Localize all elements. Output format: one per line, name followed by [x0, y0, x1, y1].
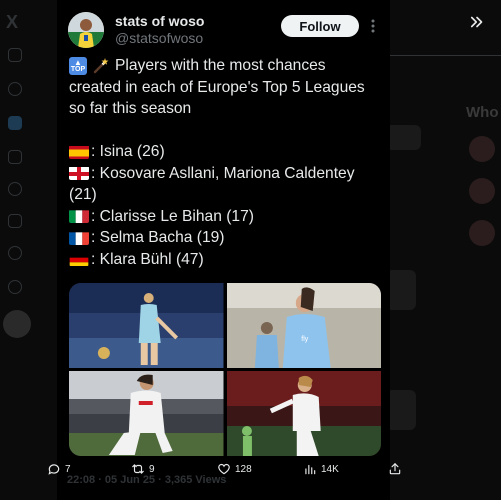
x-logo-icon: X	[6, 12, 19, 32]
top-arrow-emoji-icon: ▲ TOP	[69, 56, 87, 75]
svg-text:fly: fly	[301, 336, 308, 343]
explore-icon	[8, 82, 22, 96]
author-display-name[interactable]: stats of woso	[115, 13, 204, 29]
who-to-follow-heading: Who	[466, 104, 499, 121]
tweet-media-grid: fly	[69, 283, 381, 456]
share-icon	[389, 463, 401, 475]
tweet-text-line: created in each of Europe's Top 5 League…	[69, 78, 365, 96]
italy-flag-icon	[69, 209, 89, 224]
messages-icon	[8, 150, 22, 164]
repost-count: 9	[149, 463, 155, 475]
author-avatar[interactable]	[68, 12, 104, 48]
share-button[interactable]	[388, 462, 406, 476]
notifications-icon	[8, 116, 22, 130]
like-button[interactable]: 128	[217, 462, 252, 476]
tweet-photo-3[interactable]	[69, 371, 224, 456]
follow-button[interactable]: Follow	[281, 15, 359, 37]
tweet-text: ▲ TOP Players with the most chances creat…	[69, 55, 384, 270]
magic-wand-emoji-icon	[92, 57, 110, 75]
germany-flag-icon	[69, 252, 89, 267]
reply-button[interactable]: 7	[47, 462, 71, 476]
tweet-photo-4[interactable]	[226, 371, 381, 456]
account-avatar	[3, 310, 31, 338]
league-entry-italy: : Clarisse Le Bihan (17)	[91, 207, 254, 225]
tweet-text-line: Players with the most chances	[115, 57, 326, 74]
tweet-text-line: so far this season	[69, 100, 192, 117]
background-right-column: Who	[386, 0, 501, 500]
background-nav-rail: X	[0, 0, 31, 500]
communities-icon	[8, 214, 22, 228]
author-handle[interactable]: @statsofwoso	[115, 30, 203, 46]
repost-icon	[132, 464, 144, 474]
england-flag-icon	[69, 166, 89, 181]
more-icon[interactable]	[364, 15, 382, 37]
france-flag-icon	[69, 231, 89, 245]
league-entry-england: : Kosovare Asllani, Mariona Caldentey	[91, 164, 355, 182]
spain-flag-icon	[69, 145, 89, 159]
grok-icon	[8, 182, 22, 196]
views-count: 14K	[321, 463, 339, 475]
tweet-action-bar: 7 9 128 14K	[48, 457, 401, 487]
reply-count: 7	[65, 463, 71, 475]
like-count: 128	[235, 463, 252, 475]
league-entry-england-continued: (21)	[69, 186, 97, 203]
views-icon	[305, 464, 316, 475]
league-entry-germany: : Klara Bühl (47)	[91, 250, 204, 268]
like-icon	[218, 463, 230, 475]
league-entry-france: : Selma Bacha (19)	[91, 229, 225, 246]
repost-button[interactable]: 9	[131, 462, 155, 476]
views-button[interactable]: 14K	[303, 462, 339, 476]
more-nav-icon	[8, 280, 22, 294]
tweet-photo-2[interactable]: fly	[226, 283, 381, 368]
home-icon	[8, 48, 22, 62]
tweet-photo-1[interactable]	[69, 283, 224, 368]
collapse-icon[interactable]	[465, 10, 489, 34]
reply-icon	[48, 464, 60, 475]
profile-icon	[8, 246, 22, 260]
league-entry-spain: : Isina (26)	[91, 143, 165, 160]
tweet-card: stats of woso @statsofwoso Follow ▲ TOP P…	[48, 0, 401, 500]
